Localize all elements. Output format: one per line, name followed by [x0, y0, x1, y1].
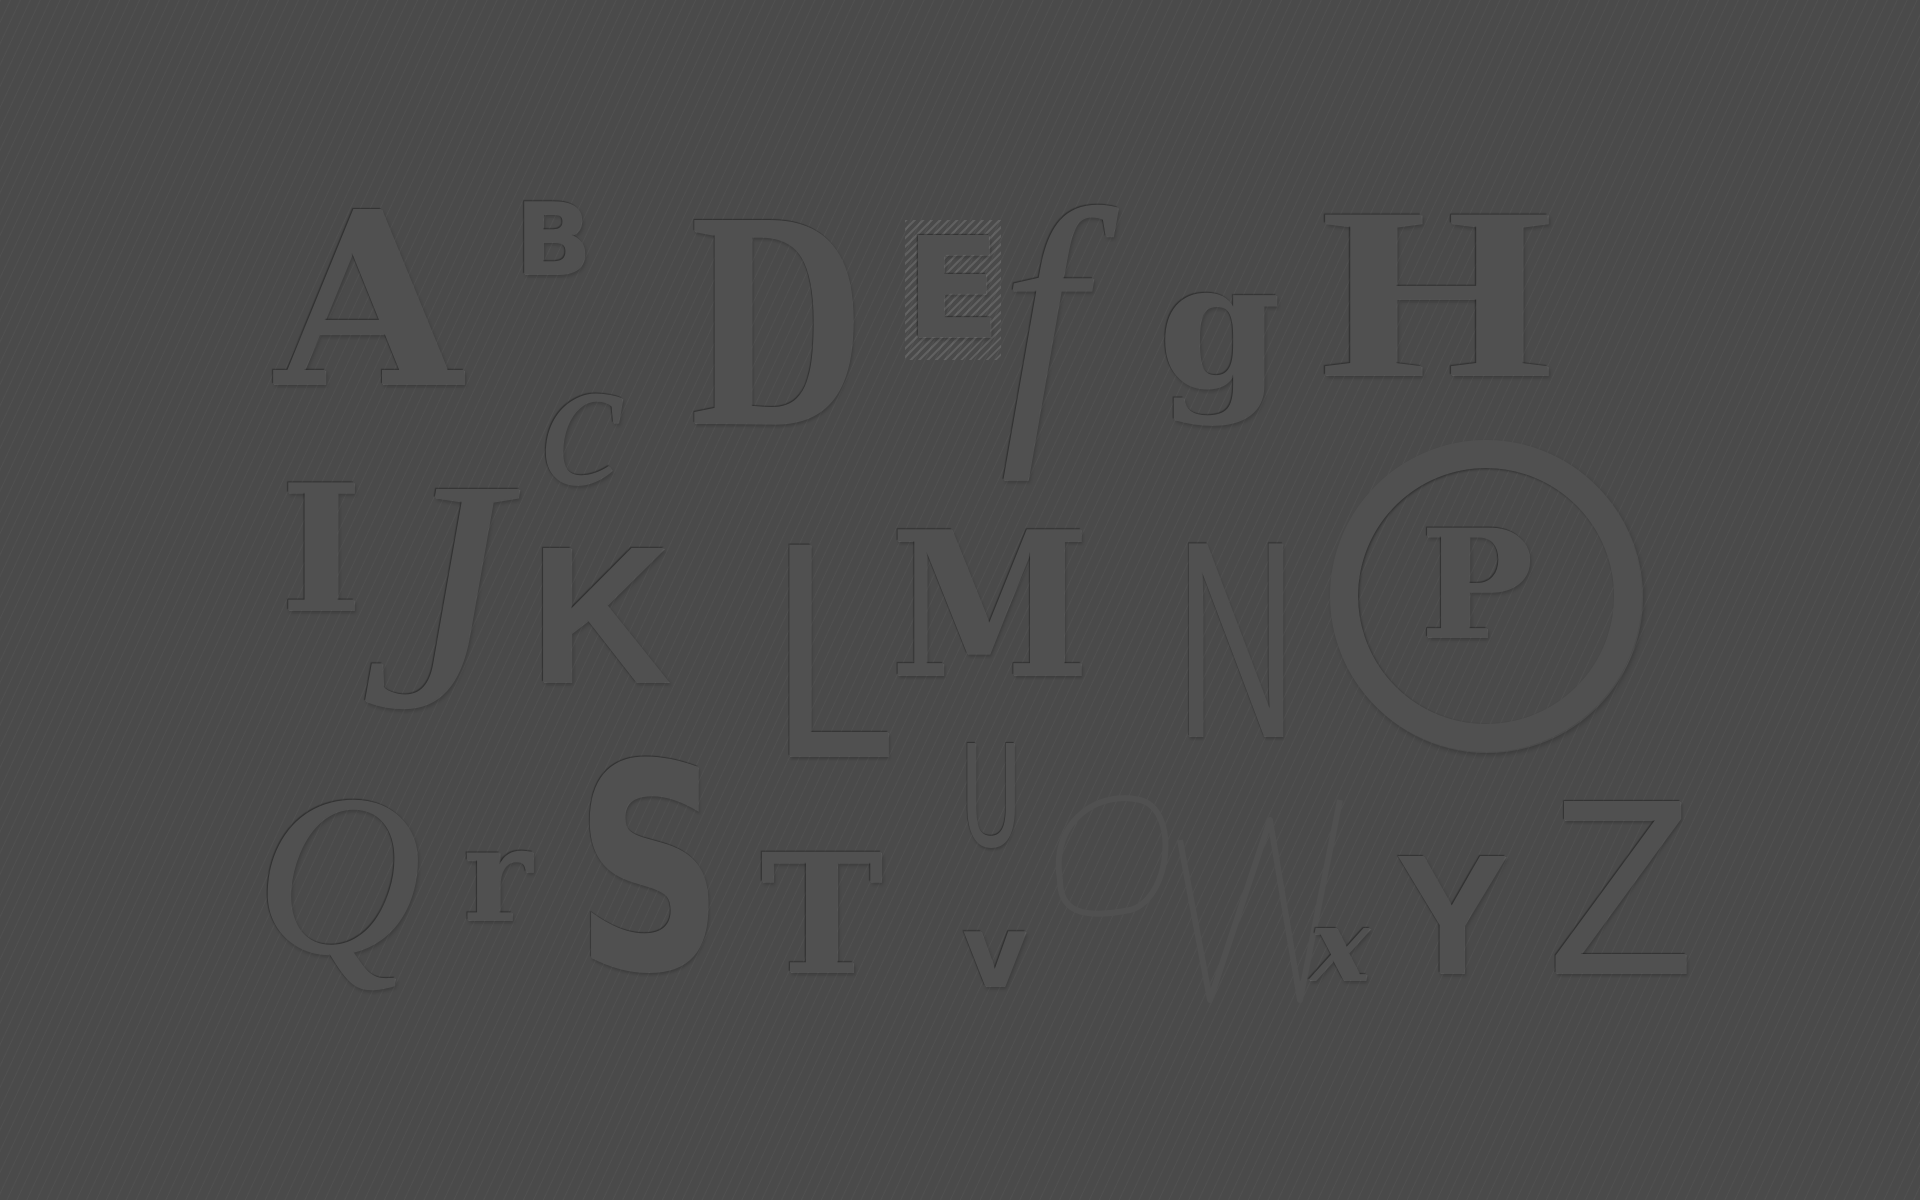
letter-u: U	[960, 716, 1022, 879]
letter-p: P	[1420, 497, 1533, 673]
letter-j: J	[360, 412, 507, 777]
letter-g: g	[1158, 223, 1281, 428]
letter-s: S	[575, 704, 723, 1036]
letter-t: T	[760, 817, 883, 1011]
letter-l: L	[768, 488, 890, 825]
letter-d: D	[690, 148, 865, 491]
letter-e: E	[905, 208, 1001, 371]
letter-z: Z	[1548, 747, 1694, 1026]
letter-b: B	[515, 181, 592, 298]
letter-x: x	[1310, 886, 1370, 1004]
letter-y: Y	[1395, 820, 1509, 1010]
letter-i: I	[280, 447, 362, 652]
letter-v: v	[962, 893, 1028, 1010]
letter-r: r	[463, 798, 532, 951]
letter-m: M	[890, 488, 1090, 723]
letter-n: N	[1175, 484, 1297, 796]
letter-a: A	[275, 159, 462, 441]
letter-q: Q	[255, 747, 422, 1002]
letter-f: f	[1000, 149, 1084, 481]
letter-c: c	[540, 315, 625, 525]
letter-k: K	[530, 506, 671, 724]
alphabet-poster: A B c D E f g H I J K L M N P Q r S T U …	[0, 0, 1920, 1200]
letter-h: H	[1320, 157, 1553, 428]
